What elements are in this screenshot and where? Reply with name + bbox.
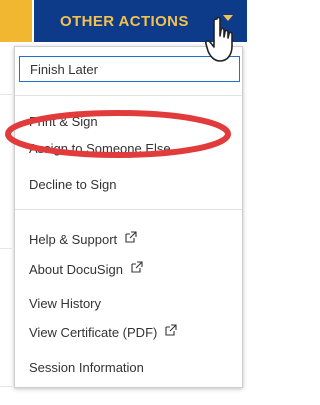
hand-pointer-icon	[205, 16, 233, 62]
menu-item-label: Print & Sign	[29, 114, 98, 129]
menu-item-label: Decline to Sign	[29, 177, 117, 192]
page-divider	[0, 248, 12, 249]
menu-item-print-sign[interactable]: Print & Sign	[29, 114, 98, 129]
menu-divider	[15, 209, 242, 210]
menu-divider	[15, 95, 242, 96]
page-divider	[0, 94, 12, 95]
yellow-header-segment	[0, 0, 32, 42]
menu-item-label: Help & Support	[29, 232, 118, 247]
menu-item-help-support[interactable]: Help & Support	[29, 230, 137, 247]
menu-item-about-docusign[interactable]: About DocuSign	[29, 260, 143, 277]
menu-item-label: View History	[29, 296, 102, 311]
page-divider	[0, 386, 12, 387]
menu-item-label: View Certificate (PDF)	[29, 325, 158, 340]
menu-item-view-certificate[interactable]: View Certificate (PDF)	[29, 323, 177, 340]
external-link-icon	[165, 323, 177, 336]
screenshot-stage: OTHER ACTIONS Finish Later Print & Sign …	[0, 0, 247, 405]
menu-item-label: Assign to Someone Else	[29, 141, 171, 156]
menu-item-label: About DocuSign	[29, 262, 123, 277]
menu-item-session-information[interactable]: Session Information	[29, 360, 144, 375]
menu-item-label: Session Information	[29, 360, 144, 375]
menu-item-label: Finish Later	[30, 61, 98, 77]
external-link-icon	[131, 260, 143, 273]
other-actions-menu: Finish Later Print & Sign Assign to Some…	[14, 46, 243, 388]
external-link-icon	[125, 230, 137, 243]
menu-item-assign-someone-else[interactable]: Assign to Someone Else	[29, 141, 171, 156]
other-actions-label: OTHER ACTIONS	[60, 12, 189, 30]
menu-item-decline-to-sign[interactable]: Decline to Sign	[29, 177, 116, 192]
menu-item-view-history[interactable]: View History	[29, 296, 101, 311]
